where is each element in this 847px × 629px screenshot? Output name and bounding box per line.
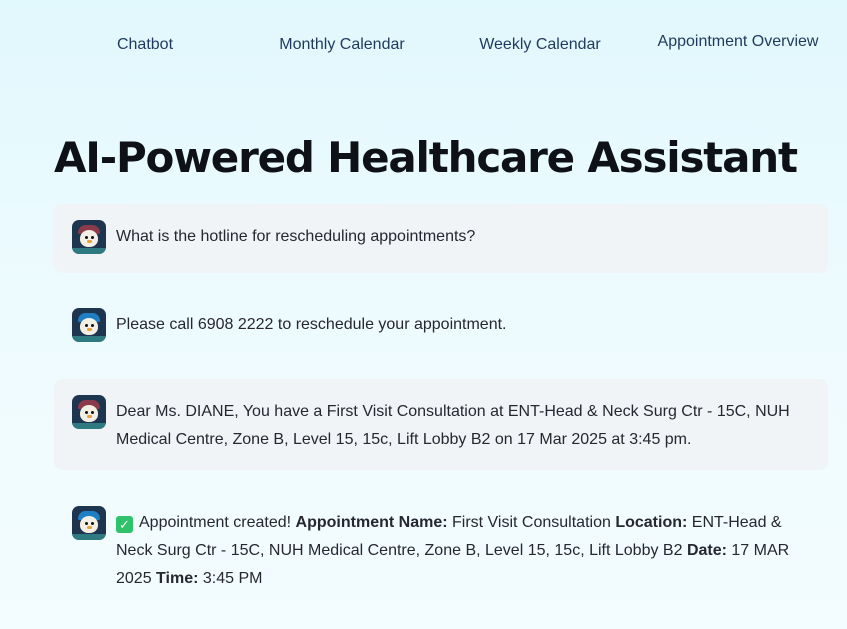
tab-chatbot[interactable]: Chatbot <box>55 31 235 59</box>
time-value: 3:45 PM <box>202 570 263 587</box>
message-text: What is the hotline for rescheduling app… <box>116 228 476 245</box>
location-label: Location: <box>615 514 688 531</box>
user-avatar-icon <box>72 220 106 254</box>
chat-message-user: Dear Ms. DIANE, You have a First Visit C… <box>54 379 828 470</box>
chat-message-user: What is the hotline for rescheduling app… <box>54 204 828 273</box>
chat-message-assistant: ✓ Appointment created! Appointment Name: … <box>54 490 828 600</box>
appointment-confirmation: ✓ Appointment created! Appointment Name: … <box>116 506 814 587</box>
message-text: Dear Ms. DIANE, You have a First Visit C… <box>116 403 790 448</box>
user-avatar-icon <box>72 395 106 429</box>
appointment-name-label: Appointment Name: <box>295 514 448 531</box>
check-mark-icon: ✓ <box>116 516 133 533</box>
message-text: Please call 6908 2222 to reschedule your… <box>116 316 507 333</box>
appointment-name-value: First Visit Consultation <box>452 514 611 531</box>
status-text: Appointment created! <box>139 514 292 531</box>
bot-avatar-icon <box>72 506 106 540</box>
chat-message-assistant: Please call 6908 2222 to reschedule your… <box>54 292 828 361</box>
page-title: AI-Powered Healthcare Assistant <box>54 133 798 182</box>
tab-monthly-calendar[interactable]: Monthly Calendar <box>252 31 432 59</box>
top-navigation: Chatbot Monthly Calendar Weekly Calendar… <box>0 0 847 100</box>
date-label: Date: <box>686 542 727 559</box>
tab-appointment-overview[interactable]: Appointment Overview <box>648 28 828 56</box>
tab-weekly-calendar[interactable]: Weekly Calendar <box>450 31 630 59</box>
time-label: Time: <box>156 570 199 587</box>
bot-avatar-icon <box>72 308 106 342</box>
